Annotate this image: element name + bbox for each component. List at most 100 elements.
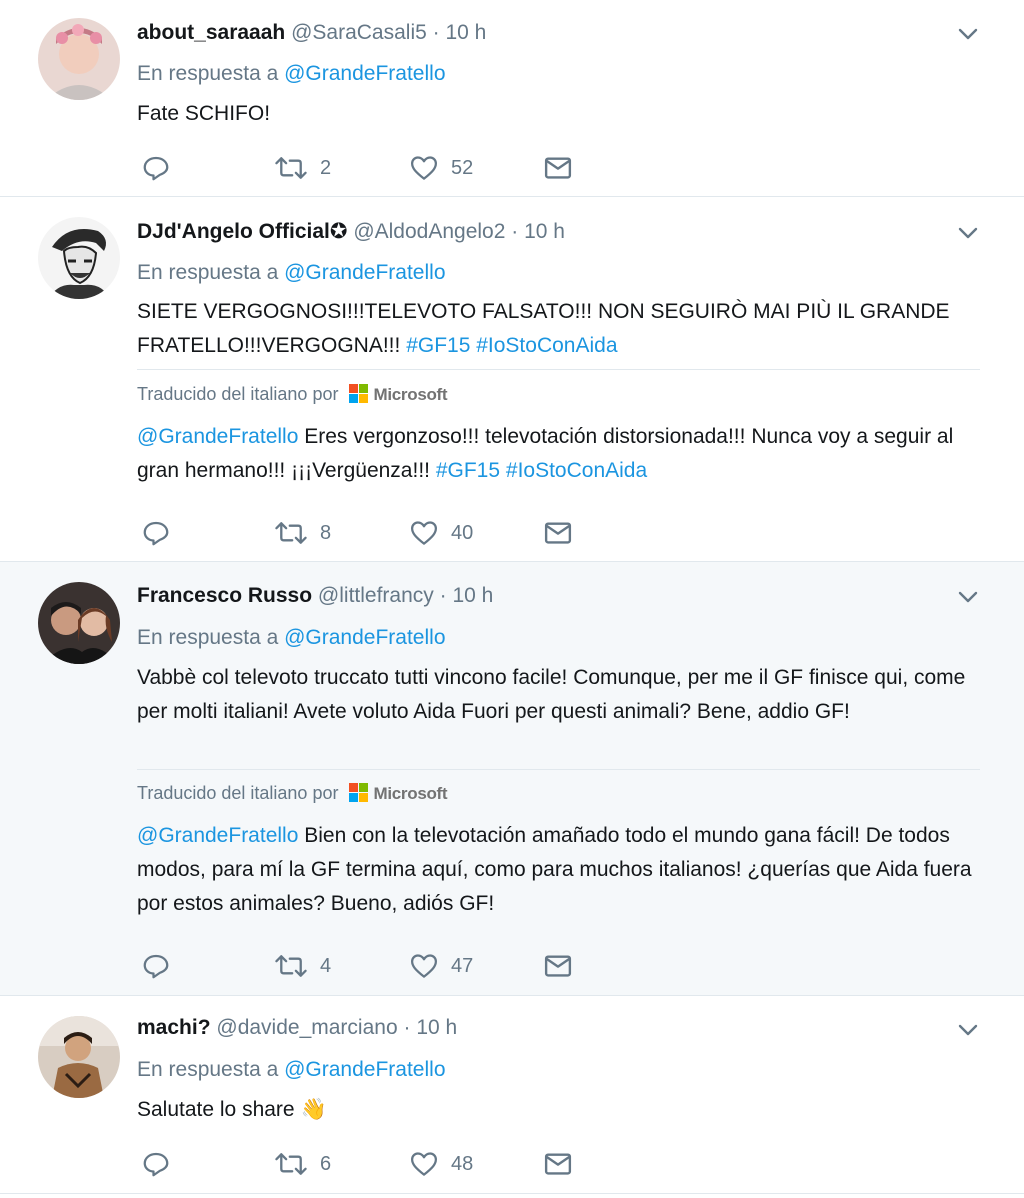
display-name[interactable]: Francesco Russo (137, 584, 312, 607)
handle[interactable]: @davide_marciano (216, 1016, 397, 1039)
handle[interactable]: @littlefrancy (318, 584, 434, 607)
avatar[interactable] (38, 217, 120, 299)
reply-context: En respuesta a @GrandeFratello (137, 624, 446, 652)
microsoft-logo-icon (349, 783, 369, 803)
retweet-count: 4 (320, 954, 332, 977)
like-count: 52 (451, 156, 474, 179)
like-count: 48 (451, 1152, 474, 1175)
display-name[interactable]: about_saraaah (137, 21, 285, 44)
tweet[interactable]: machi? @davide_marciano · 10 h En respue… (0, 996, 1024, 1194)
hashtag-link[interactable]: #GF15 (436, 459, 500, 482)
translation-brand: Microsoft (373, 385, 448, 404)
reply-mention-link[interactable]: @GrandeFratello (284, 261, 445, 284)
envelope-icon (544, 955, 572, 977)
retweet-button[interactable]: 2 (274, 151, 331, 185)
avatar[interactable] (38, 18, 120, 100)
tweet-text: SIETE VERGOGNOSI!!!TELEVOTO FALSATO!!! N… (137, 295, 977, 363)
separator: · (439, 584, 447, 607)
chevron-down-icon[interactable] (956, 22, 980, 46)
hashtag-link[interactable]: #GF15 (406, 334, 470, 357)
message-button[interactable] (543, 949, 573, 983)
message-button[interactable] (543, 1147, 573, 1181)
chevron-down-icon[interactable] (956, 221, 980, 245)
reply-prefix: En respuesta a (137, 1058, 279, 1081)
translation-attribution: Traducido del italiano por Microsoft (137, 382, 448, 407)
tweet-text: Fate SCHIFO! (137, 102, 271, 125)
heart-icon (411, 954, 437, 978)
tweet-actions: 8 40 (137, 516, 597, 550)
reply-button[interactable] (141, 151, 171, 185)
reply-prefix: En respuesta a (137, 62, 279, 85)
retweet-count: 8 (320, 521, 332, 544)
reply-mention-link[interactable]: @GrandeFratello (284, 1058, 445, 1081)
like-button[interactable]: 52 (409, 151, 473, 185)
verified-badge-icon: ✪ (329, 220, 348, 243)
tweet[interactable]: Francesco Russo @littlefrancy · 10 h En … (0, 562, 1024, 996)
reply-prefix: En respuesta a (137, 261, 279, 284)
translation-text: @GrandeFratello Bien con la televotación… (137, 819, 977, 921)
handle[interactable]: @AldodAngelo2 (353, 220, 505, 243)
tweet-actions: 4 47 (137, 949, 597, 983)
reply-mention-link[interactable]: @GrandeFratello (284, 626, 445, 649)
reply-context: En respuesta a @GrandeFratello (137, 60, 446, 88)
translation-divider (137, 769, 980, 770)
reply-context: En respuesta a @GrandeFratello (137, 1056, 446, 1084)
retweet-icon (275, 522, 307, 544)
timestamp[interactable]: 10 h (452, 584, 493, 607)
waving-hand-emoji-icon: 👋 (300, 1098, 327, 1121)
like-count: 47 (451, 954, 474, 977)
translation-brand: Microsoft (373, 784, 448, 803)
message-button[interactable] (543, 151, 573, 185)
mention-link[interactable]: @GrandeFratello (137, 824, 298, 847)
reply-icon (143, 521, 169, 546)
avatar[interactable] (38, 1016, 120, 1098)
tweet-text: Salutate lo share 👋 (137, 1093, 977, 1127)
retweet-button[interactable]: 8 (274, 516, 331, 550)
retweet-icon (275, 955, 307, 977)
hashtag-link[interactable]: #IoStoConAida (506, 459, 647, 482)
timestamp[interactable]: 10 h (445, 21, 486, 44)
tweet-actions: 6 48 (137, 1147, 597, 1181)
reply-button[interactable] (141, 516, 171, 550)
display-name[interactable]: DJd'Angelo Official (137, 220, 330, 243)
envelope-icon (544, 1153, 572, 1175)
reply-context: En respuesta a @GrandeFratello (137, 259, 446, 287)
tweet-actions: 2 52 (137, 151, 597, 185)
translation-divider (137, 369, 980, 370)
reply-icon (143, 954, 169, 979)
like-count: 40 (451, 521, 474, 544)
message-button[interactable] (543, 516, 573, 550)
envelope-icon (544, 522, 572, 544)
retweet-count: 2 (320, 156, 332, 179)
reply-button[interactable] (141, 1147, 171, 1181)
retweet-count: 6 (320, 1152, 332, 1175)
tweet[interactable]: about_saraaah @SaraCasali5 · 10 h En res… (0, 0, 1024, 197)
reply-prefix: En respuesta a (137, 626, 279, 649)
tweet[interactable]: DJd'Angelo Official✪ @AldodAngelo2 · 10 … (0, 197, 1024, 562)
mention-link[interactable]: @GrandeFratello (137, 425, 298, 448)
retweet-icon (275, 157, 307, 179)
heart-icon (411, 521, 437, 545)
translation-label: Traducido del italiano por (137, 783, 339, 803)
avatar[interactable] (38, 582, 120, 664)
reply-mention-link[interactable]: @GrandeFratello (284, 62, 445, 85)
retweet-button[interactable]: 4 (274, 949, 331, 983)
heart-icon (411, 156, 437, 180)
like-button[interactable]: 48 (409, 1147, 473, 1181)
retweet-icon (275, 1153, 307, 1175)
reply-icon (143, 1152, 169, 1177)
reply-button[interactable] (141, 949, 171, 983)
chevron-down-icon[interactable] (956, 1018, 980, 1042)
chevron-down-icon[interactable] (956, 585, 980, 609)
heart-icon (411, 1152, 437, 1176)
like-button[interactable]: 40 (409, 516, 473, 550)
hashtag-link[interactable]: #IoStoConAida (476, 334, 617, 357)
envelope-icon (544, 157, 572, 179)
retweet-button[interactable]: 6 (274, 1147, 331, 1181)
timestamp[interactable]: 10 h (524, 220, 565, 243)
like-button[interactable]: 47 (409, 949, 473, 983)
handle[interactable]: @SaraCasali5 (291, 21, 427, 44)
display-name[interactable]: machi? (137, 1016, 211, 1039)
timestamp[interactable]: 10 h (416, 1016, 457, 1039)
reply-icon (143, 156, 169, 181)
